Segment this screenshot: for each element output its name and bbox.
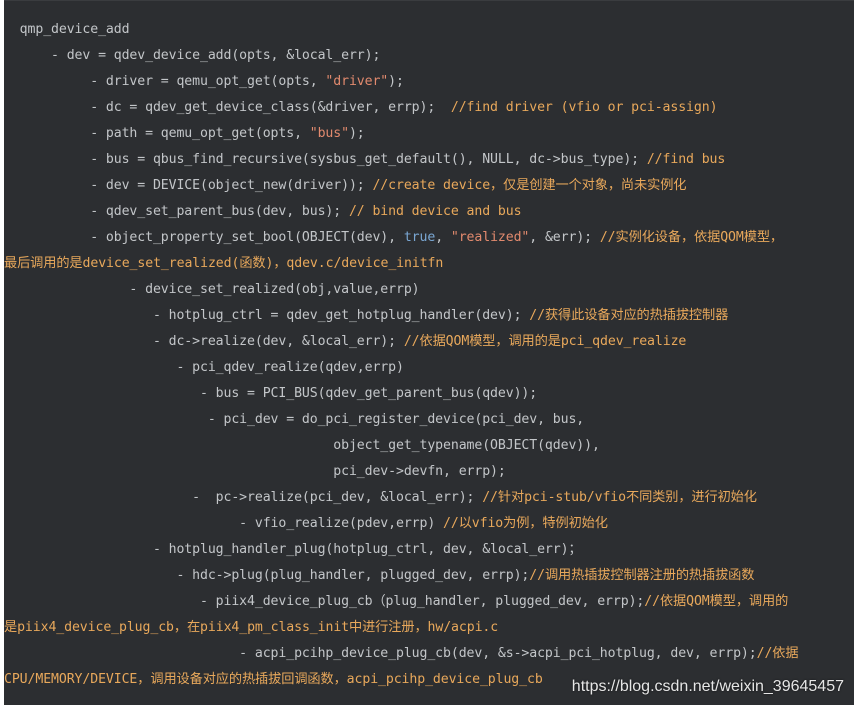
code-string: "bus": [309, 126, 349, 141]
code-text: - hotplug_handler_plug(hotplug_ctrl, dev…: [4, 542, 582, 557]
code-line: - object_property_set_bool(OBJECT(dev), …: [4, 225, 854, 251]
code-line: - hdc->plug(plug_handler, plugged_dev, e…: [4, 563, 854, 589]
code-text: pci_dev->devfn, errp);: [4, 464, 506, 479]
code-comment: CPU/MEMORY/DEVICE，调用设备对应的热插拔回调函数，acpi_pc…: [4, 672, 543, 687]
code-text: - hotplug_ctrl = qdev_get_hotplug_handle…: [4, 308, 530, 323]
code-comment: //find bus: [646, 152, 726, 167]
code-line: 是piix4_device_plug_cb，在piix4_pm_class_in…: [4, 615, 854, 641]
code-line: - device_set_realized(obj,value,errp): [4, 277, 854, 303]
code-text: qmp_device_add: [4, 22, 130, 37]
code-text: - hdc->plug(plug_handler, plugged_dev, e…: [4, 568, 530, 583]
code-comment: //实例化设备，依据QOM模型，: [599, 230, 784, 245]
code-comment: //以vfio为例，特例初始化: [443, 516, 608, 531]
code-line: 最后调用的是device_set_realized(函数)，qdev.c/dev…: [4, 251, 854, 277]
code-line: - hotplug_ctrl = qdev_get_hotplug_handle…: [4, 303, 854, 329]
code-text: - qdev_set_parent_bus(dev, bus);: [4, 204, 349, 219]
code-text: - dc = qdev_get_device_class(&driver, er…: [4, 100, 451, 115]
code-line: - hotplug_handler_plug(hotplug_ctrl, dev…: [4, 537, 854, 563]
code-text: - dev = qdev_device_add(opts, &local_err…: [4, 48, 381, 63]
code-comment: //find driver (vfio or pci-assign): [450, 100, 718, 115]
code-comment: //create device，仅是创建一个对象，尚未实例化: [372, 178, 687, 193]
code-line: - path = qemu_opt_get(opts, "bus");: [4, 121, 854, 147]
code-block: qmp_device_add - dev = qdev_device_add(o…: [4, 0, 854, 705]
code-line: - pc->realize(pci_dev, &local_err); //针对…: [4, 485, 854, 511]
code-text: - acpi_pcihp_device_plug_cb(dev, &s->acp…: [4, 646, 757, 661]
code-comment: 是piix4_device_plug_cb，在piix4_pm_class_in…: [4, 620, 499, 635]
code-comment: //调用热插拔控制器注册的热插拔函数: [529, 568, 755, 583]
code-text: object_get_typename(OBJECT(qdev)),: [4, 438, 600, 453]
code-text: - driver = qemu_opt_get(opts,: [4, 74, 326, 89]
code-text: );: [388, 74, 404, 89]
code-line: - dc->realize(dev, &local_err); //依据QOM模…: [4, 329, 854, 355]
code-text: , &err);: [529, 230, 600, 245]
code-keyword: true: [403, 230, 436, 245]
code-line: - driver = qemu_opt_get(opts, "driver");: [4, 69, 854, 95]
code-line: - piix4_device_plug_cb（plug_handler, plu…: [4, 589, 854, 615]
code-line: pci_dev->devfn, errp);: [4, 459, 854, 485]
code-text: - path = qemu_opt_get(opts,: [4, 126, 310, 141]
code-line: - dev = DEVICE(object_new(driver)); //cr…: [4, 173, 854, 199]
code-line: - pci_dev = do_pci_register_device(pci_d…: [4, 407, 854, 433]
code-comment: //获得此设备对应的热插拔控制器: [529, 308, 729, 323]
code-line: - bus = qbus_find_recursive(sysbus_get_d…: [4, 147, 854, 173]
code-text: - object_property_set_bool(OBJECT(dev),: [4, 230, 404, 245]
code-comment: //依据QOM模型，调用的: [644, 594, 789, 609]
code-line: - bus = PCI_BUS(qdev_get_parent_bus(qdev…: [4, 381, 854, 407]
code-text: - piix4_device_plug_cb（plug_handler, plu…: [4, 594, 645, 609]
code-text: - pci_qdev_realize(qdev,errp): [4, 360, 404, 375]
code-text: - pci_dev = do_pci_register_device(pci_d…: [4, 412, 585, 427]
code-text: - pc->realize(pci_dev, &local_err);: [4, 490, 483, 505]
code-comment: // bind device and bus: [348, 204, 522, 219]
code-comment: //针对pci-stub/vfio不同类别，进行初始化: [482, 490, 757, 505]
code-text: ,: [435, 230, 451, 245]
code-line: - dc = qdev_get_device_class(&driver, er…: [4, 95, 854, 121]
code-line: - acpi_pcihp_device_plug_cb(dev, &s->acp…: [4, 641, 854, 667]
code-string: "driver": [325, 74, 389, 89]
code-text: );: [348, 126, 365, 141]
watermark-url: https://blog.csdn.net/weixin_39645457: [571, 678, 844, 695]
code-string: "realized": [450, 230, 530, 245]
code-line: - vfio_realize(pdev,errp) //以vfio为例，特例初始…: [4, 511, 854, 537]
code-text: - vfio_realize(pdev,errp): [4, 516, 444, 531]
code-content: qmp_device_add - dev = qdev_device_add(o…: [4, 17, 854, 693]
code-line: - pci_qdev_realize(qdev,errp): [4, 355, 854, 381]
code-text: - bus = qbus_find_recursive(sysbus_get_d…: [4, 152, 647, 167]
code-text: - bus = PCI_BUS(qdev_get_parent_bus(qdev…: [4, 386, 538, 401]
code-line: qmp_device_add: [4, 17, 854, 43]
code-comment: //依据: [756, 646, 799, 661]
code-text: - device_set_realized(obj,value,errp): [4, 282, 420, 297]
code-text: - dev = DEVICE(object_new(driver));: [4, 178, 373, 193]
code-line: - dev = qdev_device_add(opts, &local_err…: [4, 43, 854, 69]
code-comment: //依据QOM模型，调用的是pci_qdev_realize: [403, 334, 687, 349]
code-line: - qdev_set_parent_bus(dev, bus); // bind…: [4, 199, 854, 225]
code-line: object_get_typename(OBJECT(qdev)),: [4, 433, 854, 459]
code-comment: 最后调用的是device_set_realized(函数)，qdev.c/dev…: [4, 256, 444, 271]
code-text: - dc->realize(dev, &local_err);: [4, 334, 404, 349]
